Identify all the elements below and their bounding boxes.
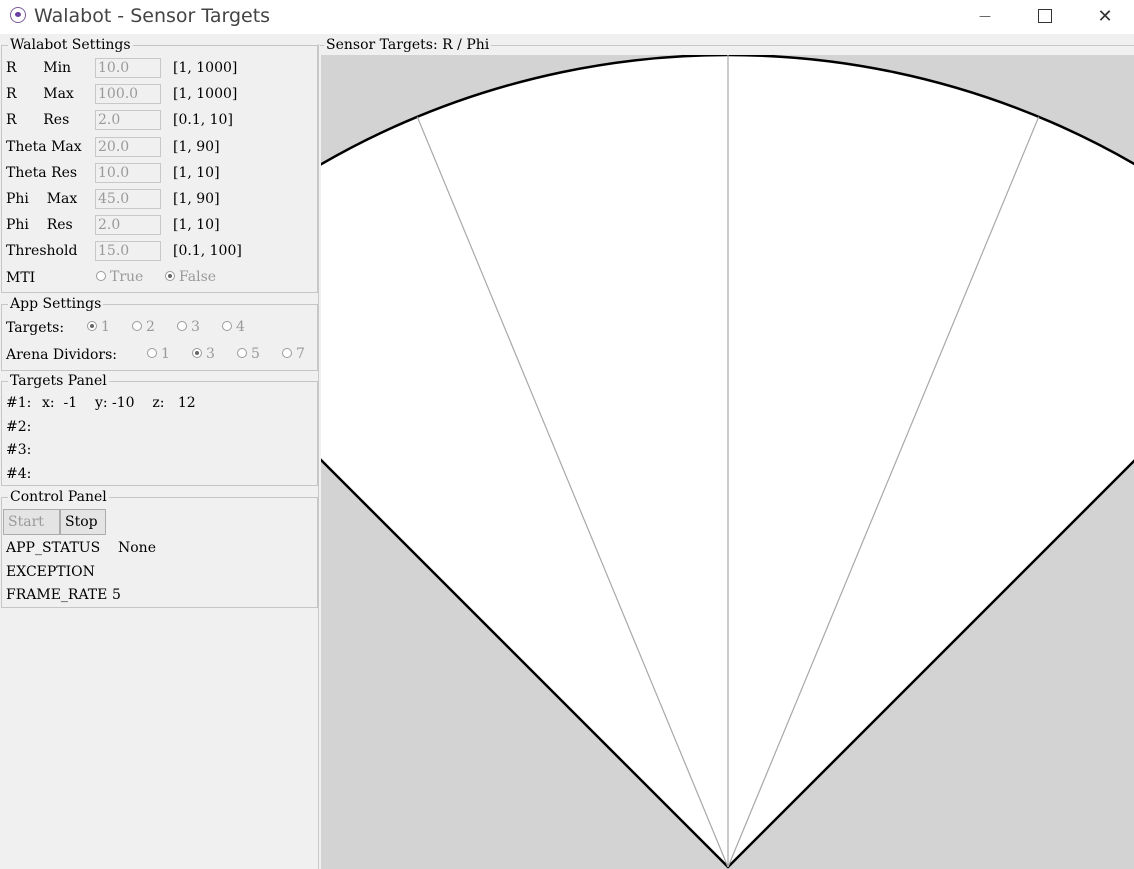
arena-dividors-label: Arena Dividors: bbox=[6, 347, 117, 363]
setting-range: [1, 90] bbox=[173, 138, 220, 155]
target-id: #2: bbox=[6, 418, 32, 435]
arena-option-label: 1 bbox=[161, 346, 170, 362]
targets-option-3[interactable]: 3 bbox=[177, 319, 200, 335]
radio-icon bbox=[96, 271, 106, 281]
mti-option-label: True bbox=[110, 269, 144, 285]
status-key: FRAME_RATE bbox=[6, 587, 108, 603]
mti-label: MTI bbox=[6, 270, 36, 286]
minimize-button[interactable]: — bbox=[956, 0, 1014, 32]
setting-value-field[interactable]: 100.0 bbox=[95, 84, 161, 105]
targets-option-2[interactable]: 2 bbox=[132, 319, 155, 335]
pane-divider bbox=[318, 44, 319, 869]
setting-value-field[interactable]: 10.0 bbox=[95, 58, 161, 78]
setting-label: R Res bbox=[6, 112, 70, 129]
radio-icon bbox=[132, 321, 142, 331]
maximize-icon bbox=[1038, 9, 1052, 23]
setting-label: Phi Max bbox=[6, 191, 78, 207]
setting-label: Phi Res bbox=[6, 217, 73, 234]
setting-range: [1, 1000] bbox=[173, 86, 238, 103]
app-settings-label: App Settings bbox=[8, 295, 104, 313]
targets-option-label: 2 bbox=[146, 319, 155, 335]
start-button[interactable]: Start bbox=[3, 509, 60, 535]
close-icon: ✕ bbox=[1097, 5, 1113, 27]
radio-icon bbox=[147, 348, 157, 358]
radio-icon bbox=[165, 271, 175, 281]
radio-icon bbox=[177, 321, 187, 331]
mti-option-true[interactable]: True bbox=[96, 269, 143, 285]
radio-icon bbox=[192, 348, 202, 358]
setting-range: [1, 90] bbox=[173, 191, 220, 207]
arena-option-label: 5 bbox=[251, 346, 260, 362]
setting-value-field[interactable]: 2.0 bbox=[95, 110, 161, 131]
targets-option-label: 3 bbox=[191, 319, 200, 335]
maximize-button[interactable] bbox=[1016, 0, 1074, 32]
arena-option-7[interactable]: 7 bbox=[282, 346, 305, 362]
targets-option-label: 1 bbox=[101, 319, 110, 335]
status-value: 5 bbox=[112, 587, 121, 603]
setting-label: R Min bbox=[6, 60, 72, 76]
radio-icon bbox=[282, 348, 292, 358]
targets-option-label: 4 bbox=[236, 319, 245, 335]
setting-label: Threshold bbox=[6, 243, 78, 260]
targets-option-4[interactable]: 4 bbox=[222, 319, 245, 335]
setting-value-field[interactable]: 10.0 bbox=[95, 162, 161, 183]
arena-svg bbox=[321, 55, 1134, 869]
stop-button[interactable]: Stop bbox=[60, 509, 106, 535]
setting-value-field[interactable]: 45.0 bbox=[95, 189, 161, 209]
minimize-icon: — bbox=[979, 9, 991, 23]
walabot-app-icon bbox=[10, 7, 26, 23]
radio-icon bbox=[237, 348, 247, 358]
target-id: #4: bbox=[6, 465, 32, 482]
target-coords: x: -1 y: -10 z: 12 bbox=[42, 395, 196, 411]
arena-option-1[interactable]: 1 bbox=[147, 346, 170, 362]
setting-range: [1, 10] bbox=[173, 217, 220, 234]
setting-range: [0.1, 100] bbox=[173, 243, 242, 260]
status-value: None bbox=[118, 540, 156, 556]
setting-label: Theta Max bbox=[6, 138, 82, 155]
arena-option-3[interactable]: 3 bbox=[192, 346, 215, 362]
setting-range: [1, 10] bbox=[173, 164, 220, 181]
mti-option-label: False bbox=[179, 269, 217, 285]
targets-label: Targets: bbox=[6, 320, 65, 336]
sensor-canvas bbox=[321, 55, 1134, 869]
targets-panel-label: Targets Panel bbox=[8, 372, 109, 390]
control-panel-label: Control Panel bbox=[8, 488, 109, 506]
window-title: Walabot - Sensor Targets bbox=[34, 5, 271, 27]
radio-icon bbox=[222, 321, 232, 331]
setting-value-field[interactable]: 15.0 bbox=[95, 241, 161, 262]
title-bar: Walabot - Sensor Targets — ✕ bbox=[0, 0, 1134, 34]
mti-option-false[interactable]: False bbox=[165, 269, 216, 285]
setting-value-field[interactable]: 20.0 bbox=[95, 136, 161, 157]
status-key: APP_STATUS bbox=[6, 540, 101, 556]
setting-label: R Max bbox=[6, 86, 74, 103]
arena-option-label: 3 bbox=[206, 346, 215, 362]
setting-range: [0.1, 10] bbox=[173, 112, 233, 129]
target-id: #1: bbox=[6, 395, 32, 411]
close-button[interactable]: ✕ bbox=[1076, 0, 1134, 32]
setting-value-field[interactable]: 2.0 bbox=[95, 215, 161, 236]
setting-label: Theta Res bbox=[6, 164, 78, 181]
radio-icon bbox=[87, 321, 97, 331]
target-id: #3: bbox=[6, 442, 32, 458]
arena-option-5[interactable]: 5 bbox=[237, 346, 260, 362]
targets-option-1[interactable]: 1 bbox=[87, 319, 110, 335]
sensor-canvas-label: Sensor Targets: R / Phi bbox=[324, 36, 492, 54]
status-key: EXCEPTION bbox=[6, 563, 95, 580]
walabot-settings-label: Walabot Settings bbox=[8, 36, 133, 54]
setting-range: [1, 1000] bbox=[173, 60, 238, 76]
arena-option-label: 7 bbox=[296, 346, 305, 362]
